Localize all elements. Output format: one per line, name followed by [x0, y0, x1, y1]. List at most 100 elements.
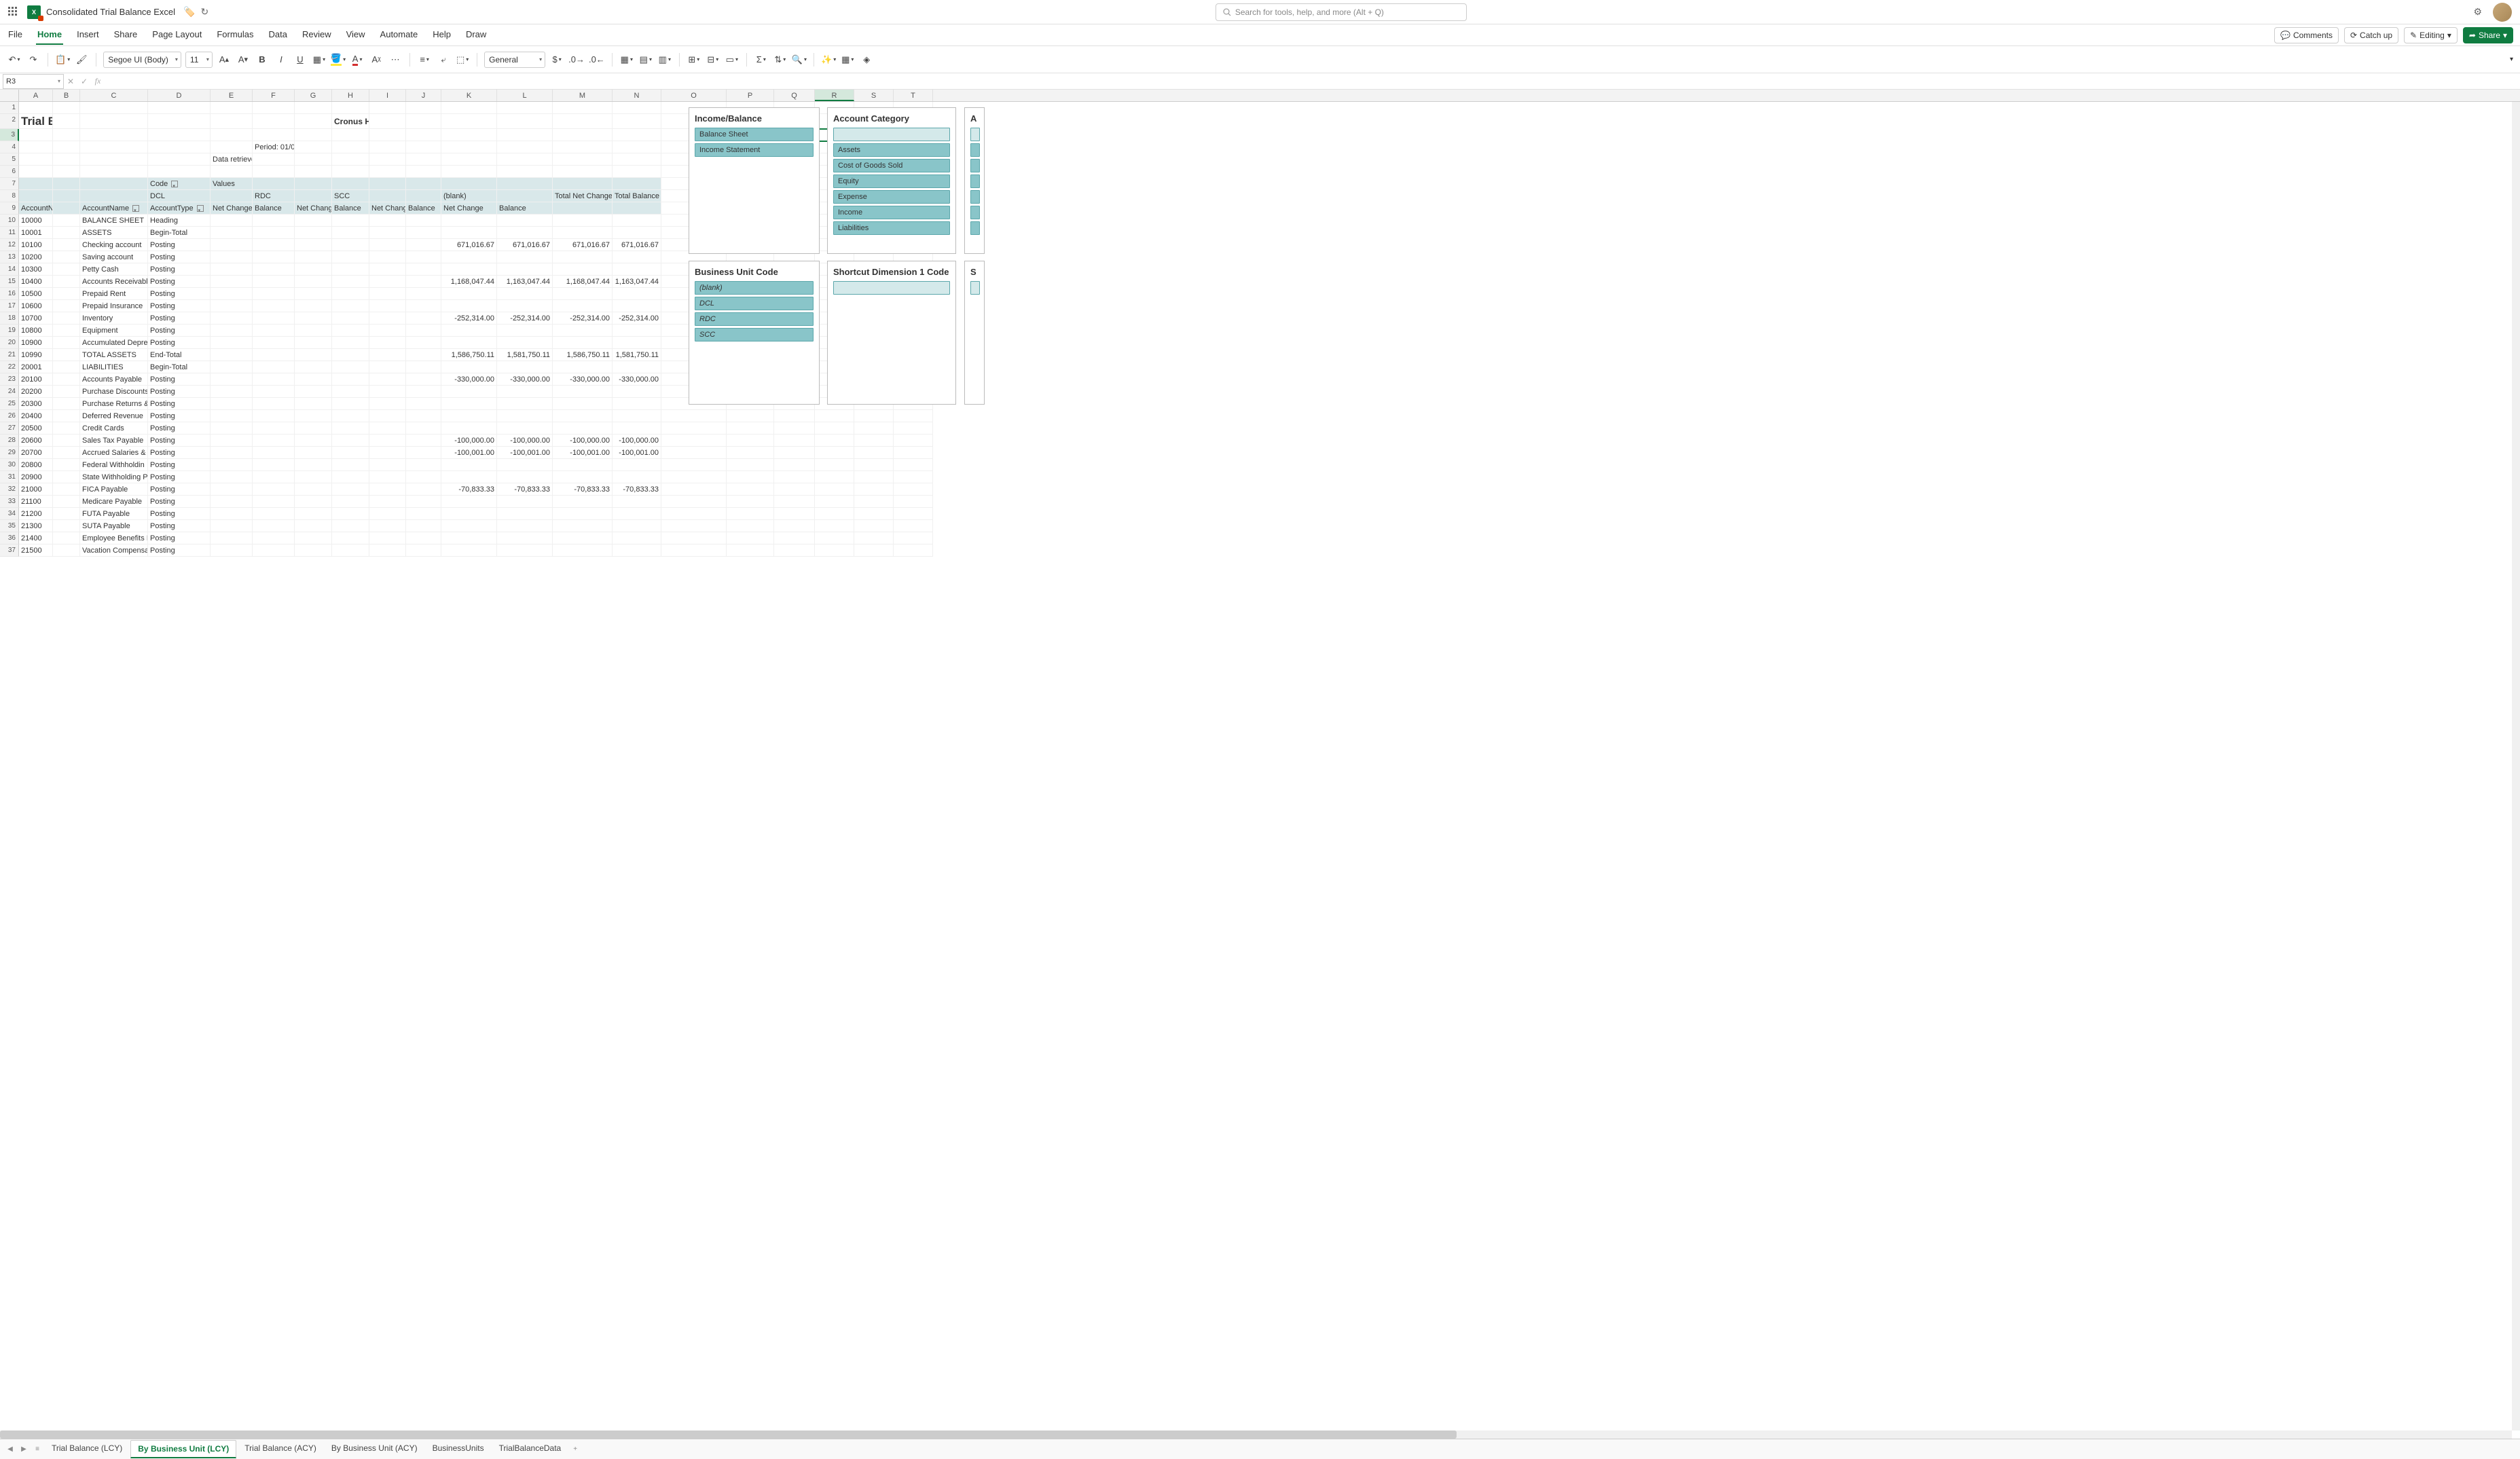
cell-D33[interactable]: Posting [148, 496, 211, 508]
cell-Q28[interactable] [774, 435, 815, 447]
cell-M33[interactable] [553, 496, 613, 508]
cell-H3[interactable] [332, 129, 369, 141]
cell-P26[interactable] [727, 410, 774, 422]
cell-D18[interactable]: Posting [148, 312, 211, 325]
align-button[interactable]: ≡▾ [417, 52, 432, 68]
row-header[interactable]: 35 [0, 520, 19, 532]
font-size-select[interactable]: 11 [185, 52, 213, 68]
cell-G24[interactable] [295, 386, 332, 398]
cell-C34[interactable]: FUTA Payable [80, 508, 148, 520]
slicer-item[interactable]: (blank) [695, 281, 814, 295]
cell-K26[interactable] [441, 410, 497, 422]
cell-D16[interactable]: Posting [148, 288, 211, 300]
slicer-item[interactable]: Liabilities [833, 221, 950, 235]
cell-H2[interactable]: Cronus Holding [332, 114, 369, 129]
cell-C17[interactable]: Prepaid Insurance [80, 300, 148, 312]
cell-L32[interactable]: -70,833.33 [497, 483, 553, 496]
cell-E14[interactable] [211, 263, 253, 276]
cell-H22[interactable] [332, 361, 369, 373]
cell-M17[interactable] [553, 300, 613, 312]
row-header[interactable]: 28 [0, 435, 19, 447]
cell-B23[interactable] [53, 373, 80, 386]
cell-K7[interactable] [441, 178, 497, 190]
cell-H17[interactable] [332, 300, 369, 312]
cell-C13[interactable]: Saving account [80, 251, 148, 263]
cell-S36[interactable] [854, 532, 894, 544]
cell-H15[interactable] [332, 276, 369, 288]
cell-C14[interactable]: Petty Cash [80, 263, 148, 276]
cell-K22[interactable] [441, 361, 497, 373]
column-header-F[interactable]: F [253, 90, 295, 101]
cell-M10[interactable] [553, 215, 613, 227]
cell-G13[interactable] [295, 251, 332, 263]
row-header[interactable]: 3 [0, 129, 19, 141]
accept-formula-button[interactable]: ✓ [77, 77, 91, 86]
more-font-button[interactable]: ⋯ [388, 52, 403, 68]
cell-N26[interactable] [613, 410, 661, 422]
cell-E35[interactable] [211, 520, 253, 532]
cell-E36[interactable] [211, 532, 253, 544]
slicer-item[interactable]: Expense [833, 190, 950, 204]
row-header[interactable]: 37 [0, 544, 19, 557]
cell-F35[interactable] [253, 520, 295, 532]
cell-O32[interactable] [661, 483, 727, 496]
ribbon-tab-formulas[interactable]: Formulas [215, 25, 255, 45]
cell-G16[interactable] [295, 288, 332, 300]
ribbon-tab-insert[interactable]: Insert [75, 25, 101, 45]
increase-font-button[interactable]: A▴ [217, 52, 232, 68]
font-family-select[interactable]: Segoe UI (Body) [103, 52, 181, 68]
merge-button[interactable]: ⬚▾ [455, 52, 470, 68]
cell-M9[interactable] [553, 202, 613, 215]
cell-M6[interactable] [553, 166, 613, 178]
cell-C7[interactable] [80, 178, 148, 190]
column-header-E[interactable]: E [211, 90, 253, 101]
cell-H30[interactable] [332, 459, 369, 471]
cell-F26[interactable] [253, 410, 295, 422]
row-header[interactable]: 26 [0, 410, 19, 422]
cell-F31[interactable] [253, 471, 295, 483]
cell-R36[interactable] [815, 532, 854, 544]
cell-L25[interactable] [497, 398, 553, 410]
cell-R33[interactable] [815, 496, 854, 508]
cell-K15[interactable]: 1,168,047.44 [441, 276, 497, 288]
cell-C15[interactable]: Accounts Receivabl [80, 276, 148, 288]
cell-M19[interactable] [553, 325, 613, 337]
cell-A14[interactable]: 10300 [19, 263, 53, 276]
cell-R31[interactable] [815, 471, 854, 483]
cell-D32[interactable]: Posting [148, 483, 211, 496]
slicer-item[interactable]: Assets [833, 143, 950, 157]
cell-H4[interactable] [332, 141, 369, 153]
cell-H7[interactable] [332, 178, 369, 190]
cell-F32[interactable] [253, 483, 295, 496]
clear-formatting-button[interactable]: Aᵡ [369, 52, 384, 68]
cell-H6[interactable] [332, 166, 369, 178]
cell-I5[interactable] [369, 153, 406, 166]
column-header-D[interactable]: D [148, 90, 211, 101]
cell-A6[interactable] [19, 166, 53, 178]
row-header[interactable]: 21 [0, 349, 19, 361]
slicer-item[interactable]: Equity [833, 174, 950, 188]
cell-E16[interactable] [211, 288, 253, 300]
cell-O34[interactable] [661, 508, 727, 520]
row-header[interactable]: 19 [0, 325, 19, 337]
cell-P36[interactable] [727, 532, 774, 544]
catch-up-button[interactable]: ⟳ Catch up [2344, 27, 2398, 43]
cell-B6[interactable] [53, 166, 80, 178]
cell-J37[interactable] [406, 544, 441, 557]
cell-B28[interactable] [53, 435, 80, 447]
cell-K30[interactable] [441, 459, 497, 471]
cell-H12[interactable] [332, 239, 369, 251]
cell-D21[interactable]: End-Total [148, 349, 211, 361]
cell-M18[interactable]: -252,314.00 [553, 312, 613, 325]
cell-D20[interactable]: Posting [148, 337, 211, 349]
cell-I15[interactable] [369, 276, 406, 288]
cell-K31[interactable] [441, 471, 497, 483]
cell-B11[interactable] [53, 227, 80, 239]
cell-B4[interactable] [53, 141, 80, 153]
cell-C20[interactable]: Accumulated Depre [80, 337, 148, 349]
cell-A29[interactable]: 20700 [19, 447, 53, 459]
sheet-tab[interactable]: BusinessUnits [426, 1440, 491, 1458]
cell-N34[interactable] [613, 508, 661, 520]
cell-E5[interactable]: Data retrieved: 31 December 2024 14:31 [211, 153, 253, 166]
cell-L24[interactable] [497, 386, 553, 398]
